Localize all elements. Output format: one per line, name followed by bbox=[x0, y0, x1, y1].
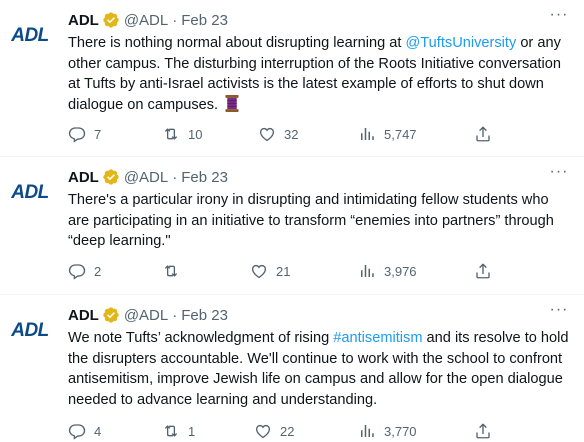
share-button[interactable] bbox=[474, 125, 500, 143]
share-button[interactable] bbox=[474, 262, 500, 280]
like-count: 22 bbox=[280, 423, 295, 439]
verified-badge-icon bbox=[103, 307, 119, 323]
hashtag-link[interactable]: #antisemitism bbox=[333, 330, 422, 346]
retweet-count: 1 bbox=[188, 423, 196, 439]
author-name[interactable]: ADL bbox=[68, 307, 99, 324]
tweet-text-part: There is nothing normal about disrupting… bbox=[68, 35, 406, 51]
author-name[interactable]: ADL bbox=[68, 12, 99, 29]
reply-button[interactable]: 4 bbox=[68, 422, 101, 440]
retweet-icon bbox=[164, 265, 178, 277]
tweet-header: ADL @ADL · Feb 23 bbox=[68, 10, 228, 30]
verified-badge-icon bbox=[103, 12, 119, 28]
views-button[interactable]: 3,770 bbox=[358, 422, 417, 440]
like-count: 21 bbox=[276, 263, 291, 279]
avatar[interactable]: ADL bbox=[8, 14, 52, 58]
reply-icon bbox=[68, 264, 86, 280]
tweet-text: There's a particular irony in disrupting… bbox=[68, 192, 554, 249]
separator-dot: · bbox=[172, 168, 178, 186]
action-bar: 7 10 32 5,747 bbox=[68, 124, 498, 144]
tweet-date[interactable]: Feb 23 bbox=[181, 169, 228, 186]
like-button[interactable]: 21 bbox=[250, 262, 290, 280]
tweet-text: We note Tufts’ acknowledgment of rising … bbox=[68, 328, 572, 410]
more-options-icon[interactable]: ··· bbox=[548, 163, 570, 185]
action-bar: 2 21 3,976 bbox=[68, 261, 498, 281]
retweet-button[interactable] bbox=[162, 262, 188, 280]
author-name[interactable]: ADL bbox=[68, 169, 99, 186]
share-button[interactable] bbox=[474, 422, 500, 440]
reply-count: 7 bbox=[94, 126, 102, 142]
avatar[interactable]: ADL bbox=[8, 171, 52, 215]
tweet-text-part: We note Tufts’ acknowledgment of rising bbox=[68, 330, 334, 346]
tweet-text: There is nothing normal about disrupting… bbox=[68, 33, 572, 115]
author-handle[interactable]: @ADL bbox=[124, 307, 168, 324]
reply-button[interactable]: 7 bbox=[68, 125, 101, 143]
views-button[interactable]: 5,747 bbox=[358, 125, 417, 143]
tweet-date[interactable]: Feb 23 bbox=[181, 307, 228, 324]
verified-badge-icon bbox=[103, 169, 119, 185]
share-icon bbox=[476, 423, 490, 439]
view-count: 5,747 bbox=[384, 126, 417, 142]
tweet-header: ADL @ADL · Feb 23 bbox=[68, 305, 228, 325]
separator-dot: · bbox=[172, 306, 178, 324]
reply-icon bbox=[68, 424, 86, 440]
view-count: 3,770 bbox=[384, 423, 417, 439]
avatar-logo: ADL bbox=[11, 182, 49, 203]
author-handle[interactable]: @ADL bbox=[124, 12, 168, 29]
retweet-icon bbox=[164, 128, 178, 140]
avatar-logo: ADL bbox=[11, 320, 49, 341]
like-button[interactable]: 32 bbox=[258, 125, 298, 143]
retweet-button[interactable]: 1 bbox=[162, 422, 195, 440]
tweet-date[interactable]: Feb 23 bbox=[181, 12, 228, 29]
tweet[interactable]: ADL ADL @ADL · Feb 23 ··· We note Tufts’… bbox=[0, 295, 584, 442]
more-options-icon[interactable]: ··· bbox=[548, 6, 570, 28]
separator-dot: · bbox=[172, 11, 178, 29]
heart-icon bbox=[259, 127, 275, 142]
tweet[interactable]: ADL ADL @ADL · Feb 23 ··· There's a part… bbox=[0, 157, 584, 295]
more-options-icon[interactable]: ··· bbox=[548, 301, 570, 323]
action-bar: 4 1 22 3,770 bbox=[68, 421, 498, 441]
heart-icon bbox=[251, 264, 267, 279]
like-count: 32 bbox=[284, 126, 299, 142]
retweet-icon bbox=[164, 425, 178, 437]
share-icon bbox=[476, 263, 490, 279]
reply-button[interactable]: 2 bbox=[68, 262, 101, 280]
reply-count: 4 bbox=[94, 423, 102, 439]
tweet[interactable]: ADL ADL @ADL · Feb 23 ··· There is nothi… bbox=[0, 0, 584, 157]
retweet-count: 10 bbox=[188, 126, 203, 142]
share-icon bbox=[476, 126, 490, 142]
heart-icon bbox=[255, 424, 271, 439]
reply-icon bbox=[68, 127, 86, 143]
spool-of-thread-icon bbox=[225, 94, 239, 112]
views-button[interactable]: 3,976 bbox=[358, 262, 417, 280]
views-chart-icon bbox=[361, 425, 374, 437]
like-button[interactable]: 22 bbox=[254, 422, 294, 440]
views-chart-icon bbox=[361, 265, 374, 277]
author-handle[interactable]: @ADL bbox=[124, 169, 168, 186]
view-count: 3,976 bbox=[384, 263, 417, 279]
retweet-button[interactable]: 10 bbox=[162, 125, 202, 143]
tweet-header: ADL @ADL · Feb 23 bbox=[68, 167, 228, 187]
reply-count: 2 bbox=[94, 263, 102, 279]
avatar[interactable]: ADL bbox=[8, 309, 52, 353]
views-chart-icon bbox=[361, 128, 374, 140]
avatar-logo: ADL bbox=[11, 25, 49, 46]
mention-link[interactable]: @TuftsUniversity bbox=[405, 35, 516, 51]
